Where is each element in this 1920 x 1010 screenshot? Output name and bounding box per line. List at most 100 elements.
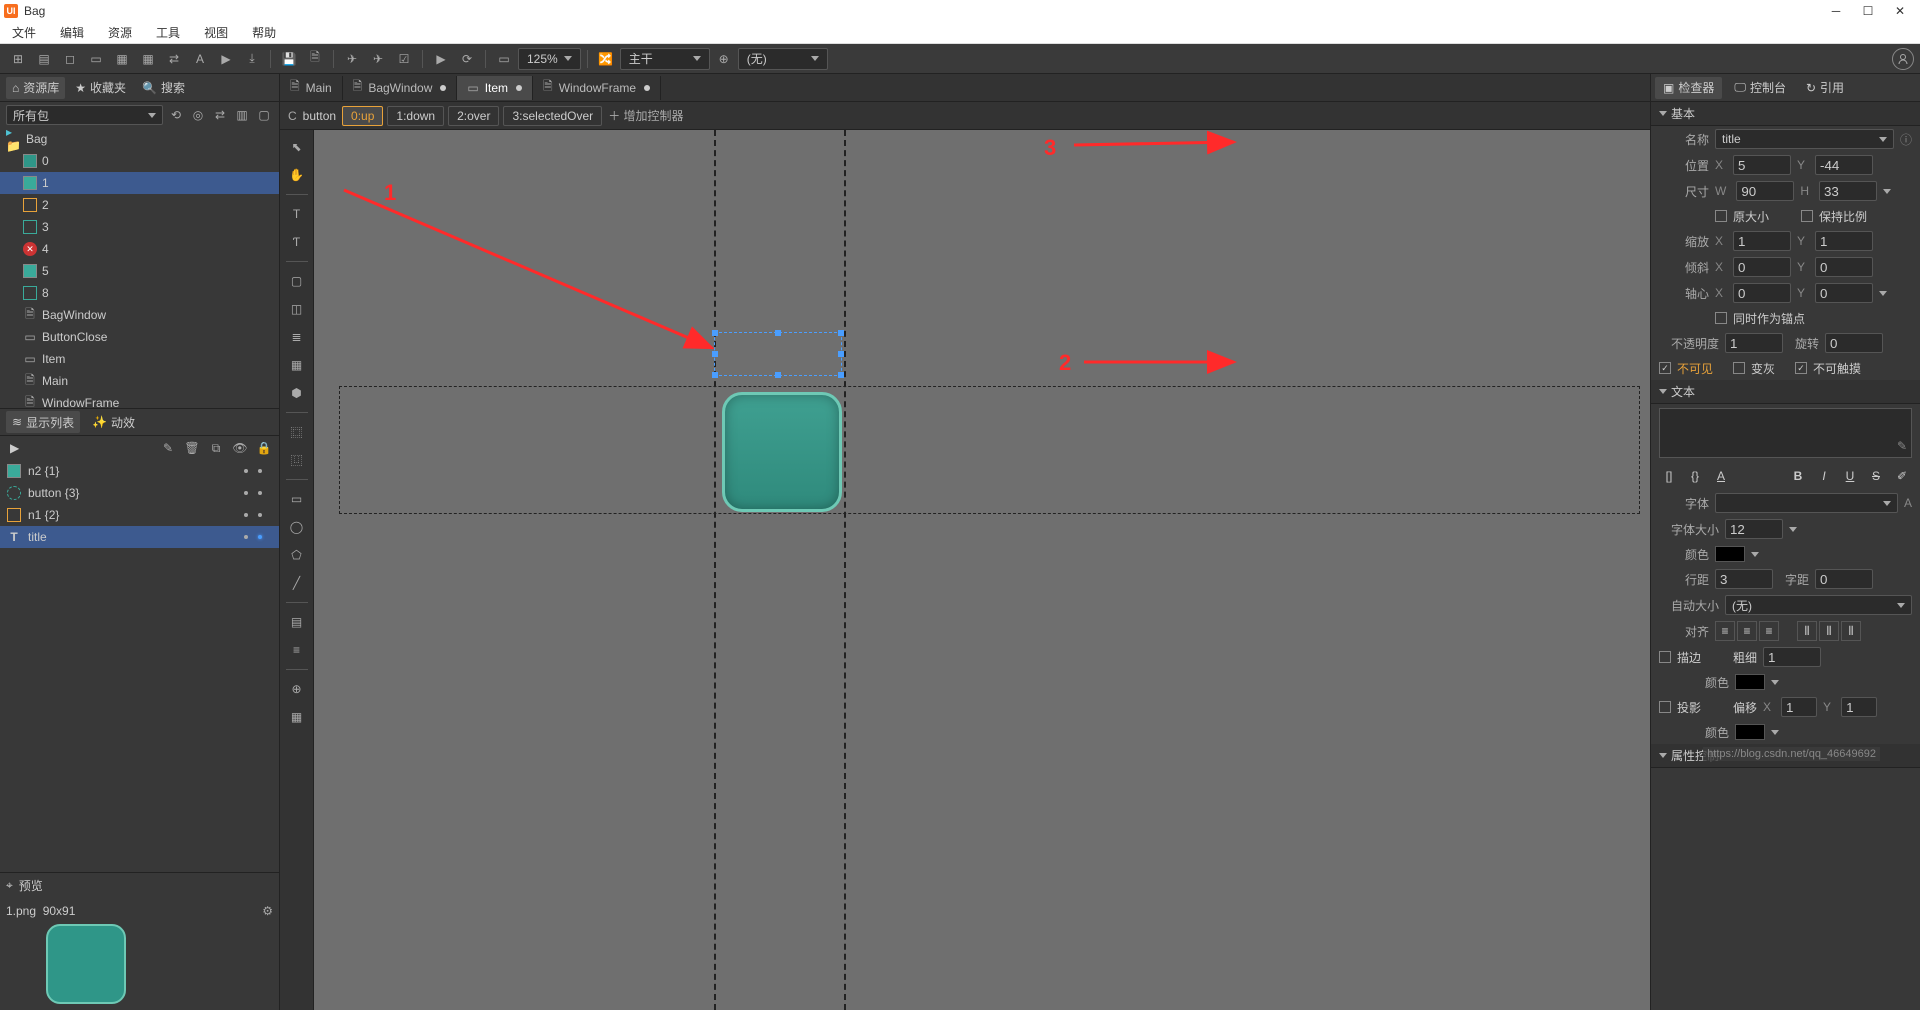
list-tool-icon[interactable]: ≣ — [284, 324, 310, 350]
untouchable-checkbox[interactable] — [1795, 362, 1807, 374]
scale-x-input[interactable] — [1733, 231, 1791, 251]
text-tool-icon[interactable]: T — [284, 201, 310, 227]
grid-tool-icon[interactable]: ▦ — [284, 704, 310, 730]
tab-inspector[interactable]: ▣检查器 — [1655, 77, 1722, 99]
menu-resource[interactable]: 资源 — [96, 22, 144, 44]
autosize-dropdown[interactable]: (无) — [1725, 595, 1912, 615]
pivot-anchor-checkbox[interactable] — [1715, 312, 1727, 324]
text-asset-icon[interactable]: A — [188, 48, 212, 70]
display-list-item[interactable]: button {3} — [0, 482, 279, 504]
add-controller-button[interactable]: ＋ 增加控制器 — [608, 107, 683, 124]
device-preview-icon[interactable]: ▭ — [492, 48, 516, 70]
language-icon[interactable]: ⊕ — [712, 48, 736, 70]
tree-item-8[interactable]: 8 — [0, 282, 279, 304]
stroke-checkbox[interactable] — [1659, 651, 1671, 663]
italic-icon[interactable]: I — [1814, 466, 1834, 486]
opacity-input[interactable] — [1725, 333, 1783, 353]
tree-item-4[interactable]: ✕4 — [0, 238, 279, 260]
underline-a-icon[interactable]: A — [1711, 466, 1731, 486]
locate-icon[interactable]: ◎ — [189, 106, 207, 124]
text-color-more-icon[interactable] — [1751, 552, 1759, 557]
sync-icon[interactable]: ⇄ — [211, 106, 229, 124]
package-filter-dropdown[interactable]: 所有包 — [6, 105, 163, 125]
tab-references[interactable]: ↻引用 — [1798, 77, 1852, 99]
doc-tab-BagWindow[interactable]: 🗎BagWindow — [343, 76, 458, 100]
pivot-more-icon[interactable] — [1879, 291, 1887, 296]
controller-state-2[interactable]: 2:over — [448, 106, 499, 126]
tab-console[interactable]: 🖵控制台 — [1726, 77, 1794, 99]
keep-ratio-checkbox[interactable] — [1801, 210, 1813, 222]
sound-icon[interactable]: ▦ — [136, 48, 160, 70]
polygon-tool-icon[interactable]: ⬠ — [284, 542, 310, 568]
menu-file[interactable]: 文件 — [0, 22, 48, 44]
menu-view[interactable]: 视图 — [192, 22, 240, 44]
section-attr-control[interactable]: 属性控制 https://blog.csdn.net/qq_46649692 — [1651, 744, 1920, 768]
shadow-y-input[interactable] — [1841, 697, 1877, 717]
size-w-input[interactable] — [1736, 181, 1794, 201]
controller-state-0[interactable]: 0:up — [342, 106, 383, 126]
menu-edit[interactable]: 编辑 — [48, 22, 96, 44]
loader-tool-icon[interactable]: ▦ — [284, 352, 310, 378]
tree-item-BagWindow[interactable]: 🗎BagWindow — [0, 304, 279, 326]
select-tool-icon[interactable]: ⬉ — [284, 134, 310, 160]
publish-icon[interactable]: ✈ — [340, 48, 364, 70]
text-color-swatch[interactable] — [1715, 546, 1745, 562]
tree-item-1[interactable]: 1 — [0, 172, 279, 194]
tab-favorites[interactable]: ★ 收藏夹 — [69, 77, 132, 99]
tree-item-Bag[interactable]: ▸📁Bag — [0, 128, 279, 150]
font-size-more-icon[interactable] — [1789, 527, 1797, 532]
maximize-button[interactable]: ☐ — [1852, 1, 1884, 21]
shadow-color-swatch[interactable] — [1735, 724, 1765, 740]
align-left-icon[interactable]: ≡ — [1715, 621, 1735, 641]
scale-y-input[interactable] — [1815, 231, 1873, 251]
menu-tool[interactable]: 工具 — [144, 22, 192, 44]
display-list-item[interactable]: n2 {1} — [0, 460, 279, 482]
font-icon[interactable]: ▦ — [110, 48, 134, 70]
shadow-x-input[interactable] — [1781, 697, 1817, 717]
align-right-icon[interactable]: ≡ — [1759, 621, 1779, 641]
align-tool-icon[interactable]: ▤ — [284, 609, 310, 635]
controller-state-3[interactable]: 3:selectedOver — [503, 106, 602, 126]
edit-text-icon[interactable]: ✎ — [1897, 439, 1907, 453]
skew-y-input[interactable] — [1815, 257, 1873, 277]
minimize-button[interactable]: ─ — [1820, 1, 1852, 21]
info-icon[interactable]: ⓘ — [1900, 131, 1912, 148]
skew-x-input[interactable] — [1733, 257, 1791, 277]
tree-item-0[interactable]: 0 — [0, 150, 279, 172]
transition-icon[interactable]: ⇄ — [162, 48, 186, 70]
refresh-lib-icon[interactable]: ⟲ — [167, 106, 185, 124]
ellipse-tool-icon[interactable]: ◯ — [284, 514, 310, 540]
leading-input[interactable] — [1715, 569, 1773, 589]
section-basic[interactable]: 基本 — [1651, 102, 1920, 126]
richtext-tool-icon[interactable]: Ƭ — [284, 229, 310, 255]
panel-icon[interactable]: ▢ — [255, 106, 273, 124]
pos-x-input[interactable] — [1733, 155, 1791, 175]
branch-icon[interactable]: 🔀 — [594, 48, 618, 70]
tree-item-2[interactable]: 2 — [0, 194, 279, 216]
stage-item-icon[interactable] — [722, 392, 842, 512]
size-more-icon[interactable] — [1883, 189, 1891, 194]
play-icon[interactable]: ▶ — [429, 48, 453, 70]
valign-bottom-icon[interactable]: ⫴ — [1841, 621, 1861, 641]
valign-middle-icon[interactable]: ⫴ — [1819, 621, 1839, 641]
save-all-icon[interactable]: 🗎 — [303, 48, 327, 70]
controller-name[interactable]: button — [303, 109, 336, 123]
ungroup-tool-icon[interactable]: ⿶ — [284, 447, 310, 473]
stroke-color-swatch[interactable] — [1735, 674, 1765, 690]
language-dropdown[interactable]: (无) — [738, 48, 828, 70]
zoom-tool-icon[interactable]: ⊕ — [284, 676, 310, 702]
template-icon[interactable]: {} — [1685, 466, 1705, 486]
zoom-dropdown[interactable]: 125% — [518, 48, 581, 70]
underline-icon[interactable]: U — [1840, 466, 1860, 486]
tree-item-WindowFrame[interactable]: 🗎WindowFrame — [0, 392, 279, 408]
rect-tool-icon[interactable]: ▭ — [284, 486, 310, 512]
refresh-icon[interactable]: ⟳ — [455, 48, 479, 70]
stroke-size-input[interactable] — [1763, 647, 1821, 667]
branch-dropdown[interactable]: 主干 — [620, 48, 710, 70]
ubb-icon[interactable]: [] — [1659, 466, 1679, 486]
loader3d-tool-icon[interactable]: ⬢ — [284, 380, 310, 406]
bookmark-icon[interactable]: ◻ — [58, 48, 82, 70]
name-input[interactable]: title — [1715, 129, 1894, 149]
doc-tab-Main[interactable]: 🗎Main — [280, 76, 343, 100]
play-asset-icon[interactable]: ▶ — [214, 48, 238, 70]
